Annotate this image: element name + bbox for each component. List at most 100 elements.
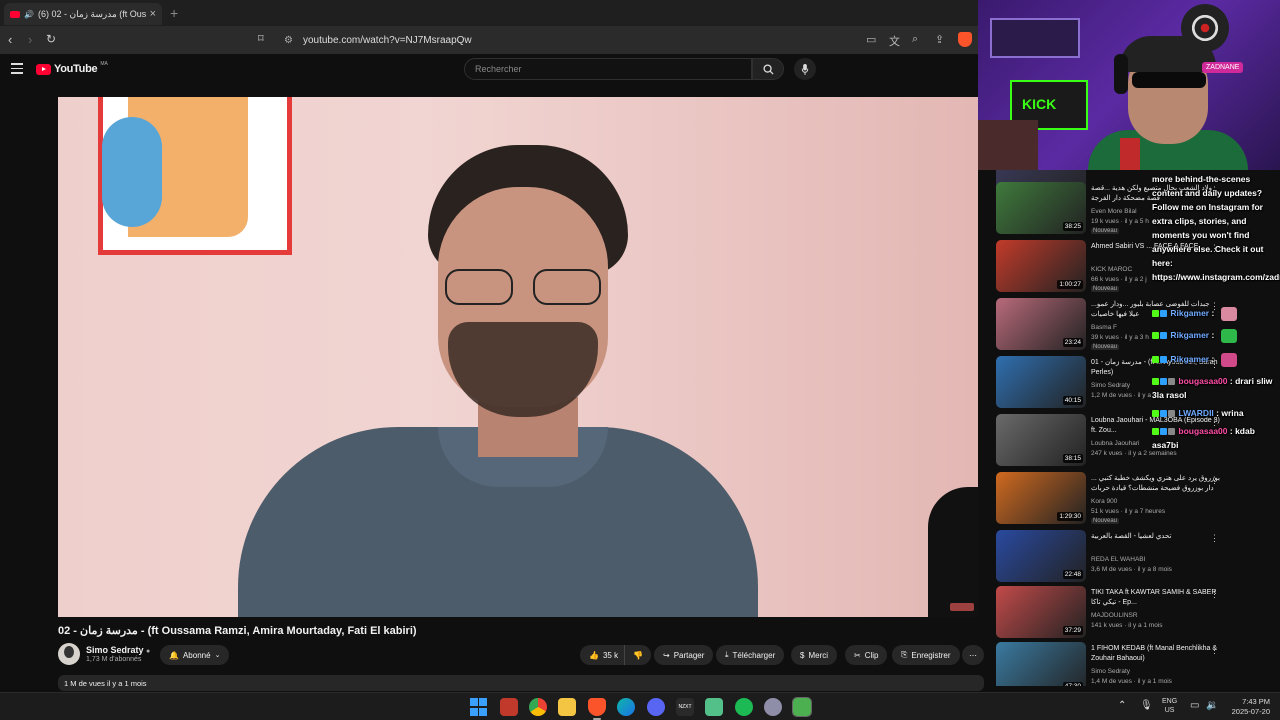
recommendation-item[interactable]: 37:29 TIKI TAKA ft KAWTAR SAMIH & SABER ت… — [996, 586, 1276, 642]
reload-icon[interactable]: ↻ — [46, 32, 56, 46]
more-options-icon[interactable]: ⋮ — [1210, 645, 1219, 656]
dislike-button[interactable]: 👎 — [624, 645, 651, 665]
menu-icon[interactable] — [11, 63, 23, 77]
recommendation-title[interactable]: TIKI TAKA ft KAWTAR SAMIH & SABER تيكي ت… — [1091, 588, 1221, 608]
video-title: 02 - مدرسة زمان - (ft Oussama Ramzi, Ami… — [58, 625, 417, 637]
recommendation-thumbnail[interactable]: 37:29 — [996, 586, 1086, 638]
android-app-icon[interactable] — [705, 698, 723, 716]
brave-icon[interactable] — [588, 698, 606, 716]
recommendation-channel[interactable]: Simo Sedraty — [1091, 668, 1130, 675]
video-description-box[interactable]: 1 M de vues il y a 1 mois — [58, 675, 984, 691]
chat-text: more behind-the-scenes content and daily… — [1152, 174, 1280, 282]
recommendation-channel[interactable]: KICK MAROC — [1091, 266, 1132, 273]
download-button[interactable]: ⤓ Télécharger — [716, 645, 785, 665]
share-icon[interactable]: ⇪ — [935, 33, 944, 46]
verified-icon: ● — [146, 648, 151, 655]
forward-icon[interactable]: › — [28, 32, 32, 47]
voice-search-button[interactable] — [794, 58, 816, 80]
recommendation-channel[interactable]: MAJDOULINSR — [1091, 612, 1138, 619]
recommendation-title[interactable]: تحدي لعشيا - القصة بالعربية — [1091, 532, 1221, 542]
search-button[interactable] — [752, 58, 784, 80]
recommendation-views: 141 k vues · il y a 1 mois — [1091, 622, 1163, 629]
recommendation-channel[interactable]: REDA EL WAHABI — [1091, 556, 1145, 563]
recommendation-item[interactable]: 22:48 تحدي لعشيا - القصة بالعربية REDA EL … — [996, 530, 1276, 586]
clip-button[interactable]: ✂ Clip — [845, 645, 888, 665]
like-button[interactable]: 👍 35 k — [580, 645, 625, 665]
youtube-play-icon — [36, 63, 51, 75]
chat-username[interactable]: Rikgamer — [1170, 330, 1209, 340]
zoom-icon[interactable]: ⌕ — [912, 33, 918, 46]
browser-tab[interactable]: 🔊 (6) مدرسة زمان - 02 (ft Oussama Ramzi,… — [4, 3, 162, 25]
thanks-label: Merci — [808, 650, 829, 660]
thanks-button[interactable]: $ Merci — [791, 645, 838, 665]
subscribed-button[interactable]: 🔔 Abonné ⌄ — [160, 645, 230, 665]
chat-username[interactable]: Rikgamer — [1170, 308, 1209, 318]
chat-username[interactable]: LWARDII — [1178, 408, 1213, 418]
brave-shield-icon[interactable] — [958, 32, 972, 47]
keyboard-layout: US — [1164, 707, 1175, 714]
nzxt-icon[interactable]: NZXT — [676, 698, 694, 716]
more-options-icon[interactable]: ⋮ — [1210, 533, 1219, 544]
channel-avatar[interactable] — [58, 643, 80, 665]
discord-icon[interactable] — [647, 698, 665, 716]
streamer-name-tag: ZADNANE — [1202, 62, 1244, 73]
new-tab-button[interactable]: + — [170, 5, 178, 21]
speaker-icon[interactable]: 🔊 — [24, 10, 34, 19]
recommendation-title[interactable]: بوزروق يرد على هنري ويكشف خطبة كتبي ... … — [1091, 474, 1221, 494]
system-clock[interactable]: 7:43 PM 2025-07-20 — [1226, 697, 1270, 717]
more-options-icon[interactable]: ⋮ — [1210, 475, 1219, 486]
gift-badge-icon — [1168, 378, 1175, 386]
chat-username[interactable]: bougasaa00 — [1178, 376, 1227, 386]
painting-blue-shape — [102, 117, 162, 227]
save-button[interactable]: ⎘ Enregistrer — [892, 645, 960, 665]
news-app-icon[interactable] — [500, 698, 518, 716]
back-icon[interactable]: ‹ — [8, 32, 12, 47]
chrome-icon[interactable] — [529, 698, 547, 716]
chat-username[interactable]: Rikgamer — [1170, 354, 1209, 364]
recommendation-thumbnail[interactable]: 38:15 — [996, 414, 1086, 466]
recommendation-thumbnail[interactable]: 47:30 — [996, 642, 1086, 686]
channel-name[interactable]: Simo Sedraty ● — [86, 645, 150, 655]
file-explorer-icon[interactable] — [558, 698, 576, 716]
address-bar[interactable]: ⚙ youtube.com/watch?v=NJ7MsraapQw — [276, 30, 846, 50]
recommendation-thumbnail[interactable]: 38:25 — [996, 182, 1086, 234]
edge-icon[interactable] — [617, 698, 635, 716]
volume-icon[interactable]: 🔉 — [1206, 700, 1218, 711]
start-button[interactable] — [470, 698, 488, 716]
tab-title: (6) مدرسة زمان - 02 (ft Oussama Ramzi, A… — [37, 8, 146, 19]
microphone-tray-icon[interactable]: 🎙 — [1140, 700, 1153, 711]
cast-icon[interactable]: ▭ — [866, 33, 876, 46]
bookmark-icon[interactable]: ⌑ — [258, 32, 264, 45]
recommendation-item[interactable]: 47:30 1 FIHOM KEDAB (ft Manal Benchlikha … — [996, 642, 1276, 686]
recommendation-thumbnail[interactable]: 40:15 — [996, 356, 1086, 408]
site-info-icon[interactable]: ⚙ — [284, 35, 293, 46]
recommendation-views: 1,2 M de vues · il y a — [1091, 392, 1151, 399]
chat-username[interactable]: bougasaa00 — [1178, 426, 1227, 436]
more-actions-button[interactable]: ⋯ — [962, 645, 984, 665]
sheets-icon[interactable] — [792, 697, 812, 717]
translate-icon[interactable]: 文 — [889, 33, 900, 49]
search-input[interactable]: Rechercher — [464, 58, 752, 80]
recommendation-thumbnail[interactable]: 22:48 — [996, 530, 1086, 582]
more-options-icon[interactable]: ⋮ — [1210, 589, 1219, 600]
youtube-logo[interactable]: YouTube MA — [36, 61, 108, 75]
recommendation-channel[interactable]: Simo Sedraty — [1091, 382, 1130, 389]
recommendation-item[interactable]: 1:29:30 بوزروق يرد على هنري ويكشف خطبة كت… — [996, 472, 1276, 528]
video-player[interactable] — [58, 97, 978, 617]
recommendation-title[interactable]: 1 FIHOM KEDAB (ft Manal Benchlikha & Zou… — [1091, 644, 1221, 664]
network-icon[interactable]: ▭ — [1190, 700, 1199, 711]
recommendation-thumbnail[interactable]: 1:00:27 — [996, 240, 1086, 292]
spotify-icon[interactable] — [735, 698, 753, 716]
language-indicator[interactable]: ENG US — [1162, 697, 1177, 715]
recommendation-channel[interactable]: Loubna Jaouhari — [1091, 440, 1139, 447]
recommendation-channel[interactable]: Even More Bilal — [1091, 208, 1137, 215]
recommendation-channel[interactable]: Basma F — [1091, 324, 1117, 331]
recommendation-thumbnail[interactable]: 23:24 — [996, 298, 1086, 350]
recommendation-channel[interactable]: Kora 900 — [1091, 498, 1117, 505]
subscriber-badge-icon — [1152, 410, 1159, 418]
recommendation-thumbnail[interactable]: 1:29:30 — [996, 472, 1086, 524]
tray-overflow-icon[interactable]: ⌃ — [1118, 700, 1126, 711]
obs-icon[interactable] — [764, 698, 782, 716]
share-button[interactable]: ↪ Partager — [654, 645, 714, 665]
tab-close-icon[interactable]: × — [150, 8, 156, 20]
